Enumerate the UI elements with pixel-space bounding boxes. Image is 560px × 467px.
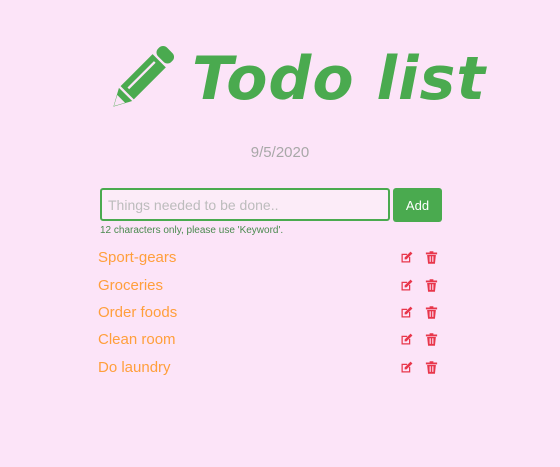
todo-item: Clean room <box>98 326 443 353</box>
todo-text: Clean room <box>98 331 176 349</box>
trash-icon[interactable] <box>424 278 439 293</box>
input-hint: 12 characters only, please use 'Keyword'… <box>100 225 284 236</box>
todo-app: Todo list 9/5/2020 Add 12 characters onl… <box>0 0 560 467</box>
app-header: Todo list <box>102 40 486 118</box>
edit-icon[interactable] <box>399 360 414 375</box>
todo-text: Sport-gears <box>98 249 177 267</box>
todo-list: Sport-gears Groceries Order foods Clean … <box>98 244 443 381</box>
trash-icon[interactable] <box>424 360 439 375</box>
todo-actions <box>399 278 443 293</box>
edit-icon[interactable] <box>399 305 414 320</box>
todo-text: Do laundry <box>98 358 171 376</box>
todo-item: Groceries <box>98 271 443 298</box>
todo-actions <box>399 250 443 265</box>
todo-item: Order foods <box>98 299 443 326</box>
edit-icon[interactable] <box>399 332 414 347</box>
todo-item: Do laundry <box>98 354 443 381</box>
page-title: Todo list <box>192 44 486 114</box>
add-button[interactable]: Add <box>393 188 442 222</box>
trash-icon[interactable] <box>424 305 439 320</box>
todo-input[interactable] <box>100 188 390 221</box>
edit-icon[interactable] <box>399 250 414 265</box>
trash-icon[interactable] <box>424 250 439 265</box>
todo-item: Sport-gears <box>98 244 443 271</box>
todo-actions <box>399 332 443 347</box>
edit-icon[interactable] <box>399 278 414 293</box>
todo-text: Order foods <box>98 303 178 321</box>
todo-actions <box>399 360 443 375</box>
trash-icon[interactable] <box>424 332 439 347</box>
pencil-icon <box>113 45 175 107</box>
todo-actions <box>399 305 443 320</box>
current-date: 9/5/2020 <box>250 144 310 161</box>
todo-text: Groceries <box>98 276 164 294</box>
